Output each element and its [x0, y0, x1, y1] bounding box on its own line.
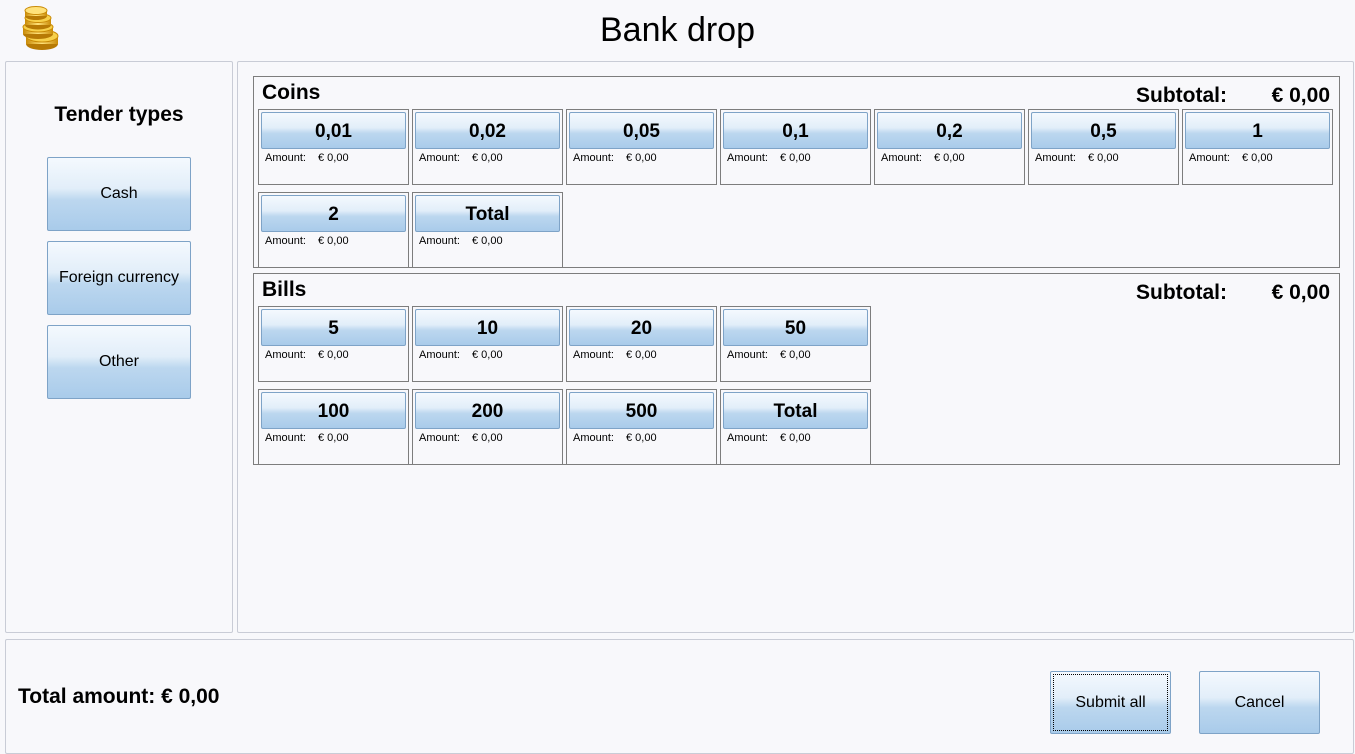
amount-label: Amount: [1035, 152, 1076, 164]
total-amount: Total amount: € 0,00 [18, 685, 220, 708]
amount-label: Amount: [727, 349, 768, 361]
bill-cell: 5 Amount: € 0,00 [258, 306, 409, 382]
amount-value: € 0,00 [934, 152, 965, 164]
amount-value: € 0,00 [626, 349, 657, 361]
amount-label: Amount: [727, 432, 768, 444]
amount-value: € 0,00 [780, 152, 811, 164]
coin-cell: 0,2 Amount: € 0,00 [874, 109, 1025, 185]
coins-subtotal-value: € 0,00 [1271, 84, 1330, 107]
amount-value: € 0,00 [472, 432, 503, 444]
amount-value: € 0,00 [1088, 152, 1119, 164]
amount-value: € 0,00 [318, 152, 349, 164]
bill-cell: 100 Amount: € 0,00 [258, 389, 409, 465]
bills-total-button[interactable]: Total [723, 392, 868, 429]
amount-value: € 0,00 [472, 235, 503, 247]
amount-label: Amount: [265, 432, 306, 444]
bill-500-button[interactable]: 500 [569, 392, 714, 429]
amount-value: € 0,00 [626, 152, 657, 164]
bill-200-button[interactable]: 200 [415, 392, 560, 429]
amount-label: Amount: [419, 349, 460, 361]
amount-label: Amount: [573, 349, 614, 361]
amount-label: Amount: [265, 152, 306, 164]
bill-cell: Total Amount: € 0,00 [720, 389, 871, 465]
tender-other-button[interactable]: Other [47, 325, 191, 399]
amount-label: Amount: [881, 152, 922, 164]
coin-0.1-button[interactable]: 0,1 [723, 112, 868, 149]
amount-value: € 0,00 [318, 432, 349, 444]
amount-value: € 0,00 [472, 349, 503, 361]
bill-cell: 200 Amount: € 0,00 [412, 389, 563, 465]
coin-cell: Total Amount: € 0,00 [412, 192, 563, 268]
coin-0.5-button[interactable]: 0,5 [1031, 112, 1176, 149]
bill-100-button[interactable]: 100 [261, 392, 406, 429]
coin-cell: 0,1 Amount: € 0,00 [720, 109, 871, 185]
amount-label: Amount: [265, 235, 306, 247]
bills-title: Bills [262, 278, 307, 301]
submit-all-button[interactable]: Submit all [1050, 671, 1171, 734]
amount-label: Amount: [573, 152, 614, 164]
denomination-panel: Coins Subtotal: € 0,00 0,01 Amount: € 0,… [237, 61, 1354, 633]
bills-subtotal-label: Subtotal: [1136, 281, 1227, 304]
amount-label: Amount: [265, 349, 306, 361]
amount-label: Amount: [573, 432, 614, 444]
amount-value: € 0,00 [626, 432, 657, 444]
amount-label: Amount: [419, 152, 460, 164]
amount-label: Amount: [419, 235, 460, 247]
header: Bank drop [0, 0, 1355, 60]
bill-10-button[interactable]: 10 [415, 309, 560, 346]
coin-cell: 0,02 Amount: € 0,00 [412, 109, 563, 185]
coin-0.05-button[interactable]: 0,05 [569, 112, 714, 149]
tender-types-panel: Tender types Cash Foreign currency Other [5, 61, 233, 633]
coin-cell: 0,5 Amount: € 0,00 [1028, 109, 1179, 185]
bill-20-button[interactable]: 20 [569, 309, 714, 346]
coin-cell: 1 Amount: € 0,00 [1182, 109, 1333, 185]
bill-cell: 50 Amount: € 0,00 [720, 306, 871, 382]
bills-section: Bills Subtotal: € 0,00 5 Amount: € 0,00 … [253, 273, 1340, 465]
amount-value: € 0,00 [780, 432, 811, 444]
coin-0.02-button[interactable]: 0,02 [415, 112, 560, 149]
amount-value: € 0,00 [472, 152, 503, 164]
bill-cell: 20 Amount: € 0,00 [566, 306, 717, 382]
cancel-button[interactable]: Cancel [1199, 671, 1320, 734]
coin-cell: 0,01 Amount: € 0,00 [258, 109, 409, 185]
bill-50-button[interactable]: 50 [723, 309, 868, 346]
coins-title: Coins [262, 81, 321, 104]
bill-cell: 500 Amount: € 0,00 [566, 389, 717, 465]
amount-label: Amount: [1189, 152, 1230, 164]
amount-label: Amount: [727, 152, 768, 164]
coin-0.01-button[interactable]: 0,01 [261, 112, 406, 149]
bill-5-button[interactable]: 5 [261, 309, 406, 346]
coins-subtotal-label: Subtotal: [1136, 84, 1227, 107]
tender-cash-button[interactable]: Cash [47, 157, 191, 231]
amount-value: € 0,00 [1242, 152, 1273, 164]
bill-cell: 10 Amount: € 0,00 [412, 306, 563, 382]
coins-section: Coins Subtotal: € 0,00 0,01 Amount: € 0,… [253, 76, 1340, 268]
coin-1-button[interactable]: 1 [1185, 112, 1330, 149]
page-title: Bank drop [600, 11, 755, 49]
amount-value: € 0,00 [318, 235, 349, 247]
coin-2-button[interactable]: 2 [261, 195, 406, 232]
coin-cell: 0,05 Amount: € 0,00 [566, 109, 717, 185]
amount-value: € 0,00 [318, 349, 349, 361]
amount-value: € 0,00 [780, 349, 811, 361]
footer-panel: Total amount: € 0,00 Submit all Cancel [5, 639, 1354, 754]
coins-total-button[interactable]: Total [415, 195, 560, 232]
bills-subtotal-value: € 0,00 [1271, 281, 1330, 304]
amount-label: Amount: [419, 432, 460, 444]
tender-types-title: Tender types [54, 103, 184, 126]
tender-foreign-currency-button[interactable]: Foreign currency [47, 241, 191, 315]
coin-0.2-button[interactable]: 0,2 [877, 112, 1022, 149]
coin-cell: 2 Amount: € 0,00 [258, 192, 409, 268]
